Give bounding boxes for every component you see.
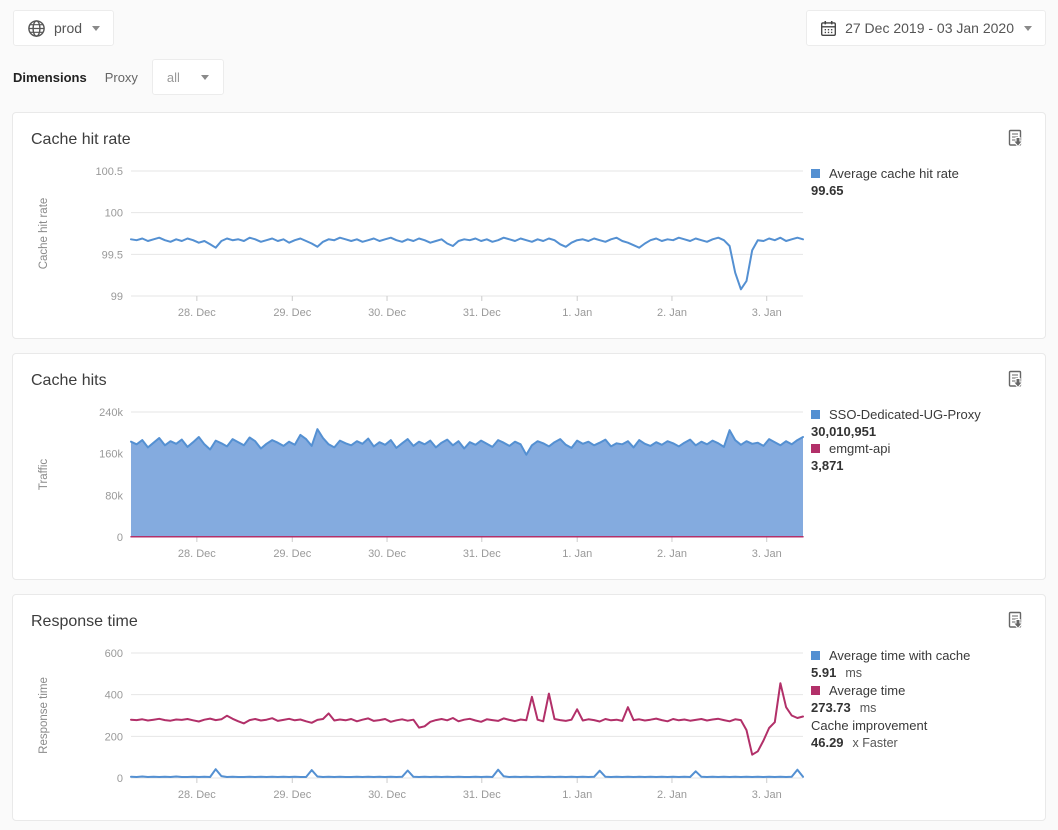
x-tick-label: 30. Dec — [368, 789, 406, 801]
legend-value: 5.91ms — [811, 664, 1027, 682]
legend-item[interactable]: Average cache hit rate — [811, 165, 1027, 182]
x-tick-label: 2. Jan — [657, 307, 687, 319]
x-tick-label: 3. Jan — [752, 789, 782, 801]
x-tick-label: 29. Dec — [273, 307, 311, 319]
panel-title: Cache hits — [31, 370, 107, 392]
legend-label: Average cache hit rate — [829, 165, 959, 182]
legend-label: Average time — [829, 682, 905, 699]
panel-title: Response time — [31, 611, 138, 633]
x-tick-label: 1. Jan — [562, 789, 592, 801]
legend-label: Cache improvement — [811, 717, 927, 734]
series-line — [131, 238, 803, 290]
caret-down-icon — [1024, 26, 1032, 31]
dimension-filter-bar: Dimensions Proxy all — [13, 59, 1046, 95]
legend: Average cache hit rate 99.65 — [811, 163, 1027, 199]
environment-label: prod — [54, 20, 82, 36]
panel-cache-hit-rate: Cache hit rate 100.5 100 99.5 99 Cache hit r… — [12, 112, 1046, 339]
legend-label: Average time with cache — [829, 647, 970, 664]
y-tick-label: 99.5 — [102, 249, 123, 261]
legend: SSO-Dedicated-UG-Proxy 30,010,951 emgmt-… — [811, 404, 1027, 474]
date-range-selector[interactable]: 27 Dec 2019 - 03 Jan 2020 — [806, 10, 1046, 46]
y-tick-label: 0 — [117, 773, 123, 785]
y-tick-label: 80k — [105, 490, 123, 502]
x-tick-label: 30. Dec — [368, 548, 406, 560]
panel-cache-hits: Cache hits 240k 160k 80k 0 Traffic 28. Dec 29.… — [12, 353, 1046, 580]
legend-value: 99.65 — [811, 182, 1027, 199]
response-time-chart[interactable]: 600 400 200 0 Response time 28. Dec 29. Dec 30.… — [31, 645, 811, 807]
y-tick-label: 0 — [117, 532, 123, 544]
x-tick-label: 1. Jan — [562, 307, 592, 319]
cache-hits-chart[interactable]: 240k 160k 80k 0 Traffic 28. Dec 29. Dec 30. Dec… — [31, 404, 811, 566]
dimension-value-selector[interactable]: all — [152, 59, 224, 95]
legend-value: 46.29x Faster — [811, 734, 1027, 752]
series-line — [131, 683, 803, 755]
date-range-label: 27 Dec 2019 - 03 Jan 2020 — [845, 20, 1014, 36]
legend-label: SSO-Dedicated-UG-Proxy — [829, 406, 981, 423]
y-tick-label: 100.5 — [95, 166, 123, 178]
caret-down-icon — [92, 26, 100, 31]
y-axis-title: Cache hit rate — [38, 198, 50, 270]
caret-down-icon — [201, 75, 209, 80]
y-axis-title: Response time — [38, 677, 50, 754]
globe-icon — [27, 19, 46, 38]
legend-item[interactable]: SSO-Dedicated-UG-Proxy — [811, 406, 1027, 423]
series-swatch — [811, 651, 820, 660]
y-axis-title: Traffic — [38, 459, 50, 491]
calendar-icon — [820, 20, 837, 37]
x-tick-label: 30. Dec — [368, 307, 406, 319]
legend: Average time with cache 5.91ms Average t… — [811, 645, 1027, 752]
legend-value: 30,010,951 — [811, 423, 1027, 440]
x-tick-label: 29. Dec — [273, 548, 311, 560]
series-swatch — [811, 169, 820, 178]
y-tick-label: 240k — [99, 407, 123, 419]
export-report-button[interactable] — [1007, 611, 1027, 632]
y-tick-label: 100 — [105, 208, 123, 220]
legend-item: Cache improvement — [811, 717, 1027, 734]
x-tick-label: 31. Dec — [463, 307, 501, 319]
series-swatch — [811, 410, 820, 419]
x-tick-label: 28. Dec — [178, 548, 216, 560]
x-tick-label: 3. Jan — [752, 307, 782, 319]
dimensions-label: Dimensions — [13, 70, 87, 85]
y-tick-label: 200 — [105, 731, 123, 743]
x-tick-label: 29. Dec — [273, 789, 311, 801]
legend-label: emgmt-api — [829, 440, 890, 457]
series-swatch — [811, 686, 820, 695]
x-tick-label: 28. Dec — [178, 307, 216, 319]
y-tick-label: 400 — [105, 690, 123, 702]
y-tick-label: 600 — [105, 648, 123, 660]
x-tick-label: 31. Dec — [463, 548, 501, 560]
x-tick-label: 2. Jan — [657, 789, 687, 801]
series-line — [131, 769, 803, 777]
y-tick-label: 160k — [99, 449, 123, 461]
dimension-value-label: all — [167, 70, 180, 85]
series-swatch — [811, 444, 820, 453]
environment-selector[interactable]: prod — [13, 10, 114, 46]
x-tick-label: 28. Dec — [178, 789, 216, 801]
top-bar: prod 27 Dec 2019 - 03 Jan 2020 — [0, 0, 1058, 46]
x-tick-label: 3. Jan — [752, 548, 782, 560]
x-tick-label: 31. Dec — [463, 789, 501, 801]
panel-response-time: Response time 600 400 200 0 Response time 28.… — [12, 594, 1046, 821]
legend-item[interactable]: Average time — [811, 682, 1027, 699]
export-report-button[interactable] — [1007, 370, 1027, 391]
dimension-name-label: Proxy — [105, 70, 138, 85]
legend-value: 3,871 — [811, 457, 1027, 474]
x-tick-label: 2. Jan — [657, 548, 687, 560]
legend-item[interactable]: emgmt-api — [811, 440, 1027, 457]
legend-item[interactable]: Average time with cache — [811, 647, 1027, 664]
panel-title: Cache hit rate — [31, 129, 131, 151]
y-tick-label: 99 — [111, 291, 123, 303]
export-report-button[interactable] — [1007, 129, 1027, 150]
dashboard-panels: Cache hit rate 100.5 100 99.5 99 Cache hit r… — [0, 112, 1058, 821]
legend-value: 273.73ms — [811, 699, 1027, 717]
cache-hit-rate-chart[interactable]: 100.5 100 99.5 99 Cache hit rate 28. Dec 29. D… — [31, 163, 811, 325]
x-tick-label: 1. Jan — [562, 548, 592, 560]
